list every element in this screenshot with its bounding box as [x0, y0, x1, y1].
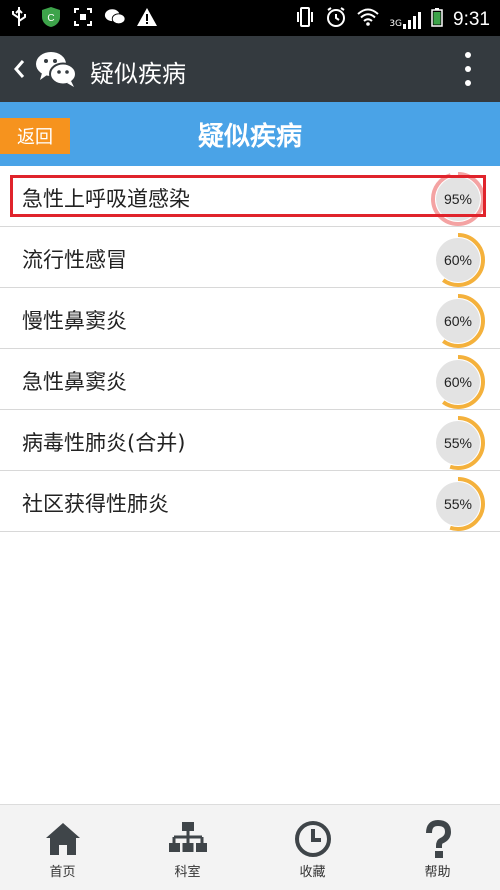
- tab-label-departments: 科室: [174, 865, 201, 880]
- tab-home[interactable]: 首页: [0, 819, 125, 880]
- warning-icon: [136, 6, 158, 28]
- vibrate-icon: [295, 6, 315, 33]
- tab-label-home: 首页: [49, 865, 76, 880]
- status-bar: C 3G 9:31: [0, 0, 500, 36]
- disease-name: 社区获得性肺炎: [22, 492, 169, 516]
- wechat-notification-icon: [104, 6, 126, 28]
- more-options-icon[interactable]: [464, 52, 472, 86]
- wifi-icon: [357, 8, 379, 31]
- tab-label-favorites: 收藏: [299, 865, 326, 880]
- action-bar: 疑似疾病: [0, 36, 500, 102]
- screenshot-icon: [72, 6, 94, 28]
- disease-name: 流行性感冒: [22, 248, 127, 272]
- tab-departments[interactable]: 科室: [125, 819, 250, 880]
- match-percent-label: 60%: [443, 374, 473, 390]
- disease-row[interactable]: 社区获得性肺炎 55%: [0, 471, 500, 532]
- match-percent-badge: 60%: [430, 354, 486, 410]
- match-percent-label: 60%: [443, 252, 473, 268]
- disease-name: 病毒性肺炎(合并): [22, 431, 186, 455]
- match-percent-label: 55%: [443, 435, 473, 451]
- match-percent-label: 95%: [443, 191, 473, 207]
- action-bar-title: 疑似疾病: [90, 60, 186, 88]
- match-percent-badge: 55%: [430, 476, 486, 532]
- disease-name: 慢性鼻窦炎: [22, 309, 127, 333]
- battery-icon: [431, 7, 443, 32]
- wechat-logo-icon: [36, 52, 77, 87]
- disease-row[interactable]: 急性鼻窦炎 60%: [0, 349, 500, 410]
- chevron-left-icon[interactable]: [12, 58, 26, 80]
- page-title: 疑似疾病: [197, 122, 302, 152]
- question-icon: [425, 819, 451, 858]
- match-percent-badge: 60%: [430, 232, 486, 288]
- svg-text:C: C: [47, 13, 54, 24]
- disease-row[interactable]: 病毒性肺炎(合并) 55%: [0, 410, 500, 471]
- disease-name: 急性上呼吸道感染: [22, 187, 190, 211]
- disease-list: 急性上呼吸道感染 95% 流行性感冒 60% 慢性鼻窦炎 60% 急性鼻窦炎 60% 病毒性肺炎…: [0, 166, 500, 532]
- match-percent-label: 60%: [443, 313, 473, 329]
- disease-row[interactable]: 急性上呼吸道感染 95%: [0, 166, 500, 227]
- network-type-label: 3G: [389, 18, 403, 29]
- home-icon: [45, 823, 80, 855]
- page-header: 返回 疑似疾病: [0, 102, 500, 166]
- shield-icon: C: [40, 6, 62, 28]
- match-percent-badge: 95%: [430, 171, 486, 227]
- tab-favorites[interactable]: 收藏: [250, 819, 375, 880]
- usb-icon: [8, 6, 30, 28]
- match-percent-label: 55%: [443, 496, 473, 512]
- match-percent-badge: 60%: [430, 293, 486, 349]
- disease-name: 急性鼻窦炎: [22, 370, 127, 394]
- alarm-icon: [325, 6, 347, 33]
- org-chart-icon: [168, 822, 207, 852]
- tab-label-help: 帮助: [424, 865, 451, 880]
- clock-time: 9:31: [453, 8, 490, 30]
- signal-icon: 3G: [389, 11, 422, 29]
- tab-help[interactable]: 帮助: [375, 819, 500, 880]
- clock-icon: [294, 821, 331, 857]
- match-percent-badge: 55%: [430, 415, 486, 471]
- disease-row[interactable]: 流行性感冒 60%: [0, 227, 500, 288]
- disease-row[interactable]: 慢性鼻窦炎 60%: [0, 288, 500, 349]
- bottom-tab-bar: 首页 科室 收藏 帮助: [0, 804, 500, 890]
